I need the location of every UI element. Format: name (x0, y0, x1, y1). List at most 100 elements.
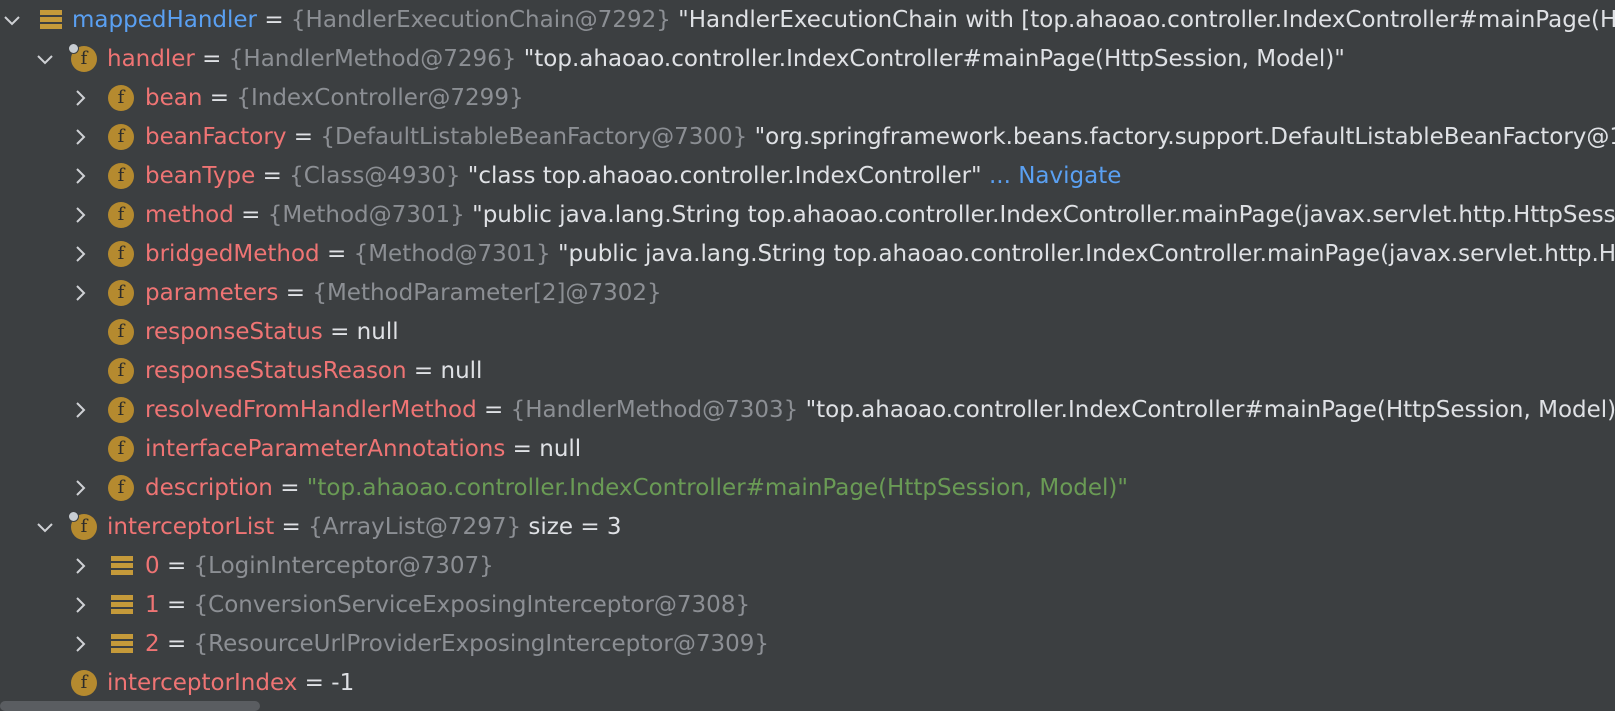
row-text: beanType = {Class@4930} "class top.ahaoa… (145, 156, 1121, 196)
equals-sign: = (293, 124, 314, 150)
variable-name: responseStatusReason (145, 358, 407, 384)
chevron-right-icon[interactable] (68, 554, 92, 578)
equals-sign: = (512, 436, 532, 462)
variable-value: null (356, 319, 399, 345)
equals-sign: = (202, 46, 222, 72)
chevron-right-icon[interactable] (68, 125, 92, 149)
equals-sign: = (166, 592, 187, 618)
chevron-right-icon[interactable] (68, 593, 92, 617)
variable-name: mappedHandler (72, 7, 258, 33)
variable-name: bridgedMethod (145, 241, 320, 267)
variable-name: 0 (145, 553, 160, 579)
chevron-down-icon[interactable] (33, 515, 57, 539)
list-icon (111, 634, 133, 654)
equals-sign: = (326, 241, 347, 267)
variable-name: beanFactory (145, 124, 287, 150)
variable-name: handler (107, 46, 195, 72)
variable-name: interceptorIndex (107, 670, 298, 696)
object-reference: {HandlerMethod@7303} (510, 397, 799, 423)
row-text: interfaceParameterAnnotations = null (145, 429, 581, 469)
chevron-right-icon[interactable] (68, 281, 92, 305)
equals-sign: = (285, 280, 306, 306)
chevron-right-icon[interactable] (68, 164, 92, 188)
navigate-link[interactable]: ... Navigate (989, 163, 1121, 189)
equals-sign: = (264, 7, 284, 33)
row-text: interceptorIndex = -1 (107, 663, 354, 703)
field-icon: f (108, 475, 134, 501)
variable-value: "org.springframework.beans.factory.suppo… (754, 124, 1615, 150)
row-text: description = "top.ahaoao.controller.Ind… (145, 468, 1128, 508)
chevron-right-icon[interactable] (68, 476, 92, 500)
row-text: handler = {HandlerMethod@7296} "top.ahao… (107, 39, 1345, 79)
object-reference: {ConversionServiceExposingInterceptor@73… (193, 592, 751, 618)
equals-sign: = (166, 553, 187, 579)
object-reference: {Class@4930} (289, 163, 461, 189)
variable-name: resolvedFromHandlerMethod (145, 397, 477, 423)
chevron-right-icon[interactable] (68, 203, 92, 227)
field-icon: f (108, 85, 134, 111)
object-reference: {Method@7301} (353, 241, 551, 267)
field-icon: f (108, 202, 134, 228)
row-text: bean = {IndexController@7299} (145, 78, 524, 118)
variable-value: "top.ahaoao.controller.IndexController#m… (805, 397, 1615, 423)
equals-sign: = (209, 85, 230, 111)
row-text: method = {Method@7301} "public java.lang… (145, 195, 1615, 235)
object-reference: {ResourceUrlProviderExposingInterceptor@… (193, 631, 769, 657)
row-text: resolvedFromHandlerMethod = {HandlerMeth… (145, 390, 1615, 430)
row-text: interceptorList = {ArrayList@7297} size … (107, 507, 622, 547)
row-text: beanFactory = {DefaultListableBeanFactor… (145, 117, 1615, 157)
variable-name: 2 (145, 631, 160, 657)
object-reference: {DefaultListableBeanFactory@7300} (320, 124, 748, 150)
field-icon: f (108, 124, 134, 150)
field-icon: f (108, 358, 134, 384)
field-icon: f (108, 241, 134, 267)
chevron-right-icon[interactable] (68, 86, 92, 110)
chevron-right-icon[interactable] (68, 242, 92, 266)
chevron-down-icon[interactable] (33, 47, 57, 71)
equals-sign: = (304, 670, 324, 696)
variable-name: method (145, 202, 234, 228)
chevron-right-icon[interactable] (68, 398, 92, 422)
chevron-down-icon[interactable] (0, 8, 24, 32)
variable-value: "class top.ahaoao.controller.IndexContro… (467, 163, 982, 189)
row-text: responseStatus = null (145, 312, 399, 352)
row-text: bridgedMethod = {Method@7301} "public ja… (145, 234, 1615, 274)
object-reference: {MethodParameter[2]@7302} (312, 280, 662, 306)
variable-name: interfaceParameterAnnotations (145, 436, 506, 462)
variable-value: -1 (331, 670, 355, 696)
equals-sign: = (413, 358, 434, 384)
horizontal-scrollbar[interactable] (0, 701, 260, 711)
lock-icon (68, 511, 79, 522)
variable-name: beanType (145, 163, 256, 189)
variable-value: "public java.lang.String top.ahaoao.cont… (557, 241, 1615, 267)
field-icon: f (108, 397, 134, 423)
variable-name: description (145, 475, 273, 501)
field-icon: f (71, 670, 97, 696)
list-icon (111, 556, 133, 576)
field-icon: f (68, 43, 97, 72)
row-text: 1 = {ConversionServiceExposingIntercepto… (145, 585, 750, 625)
variable-value: size = 3 (528, 514, 622, 540)
object-reference: {ArrayList@7297} (308, 514, 522, 540)
list-icon (40, 10, 62, 30)
field-icon: f (108, 436, 134, 462)
object-reference: {Method@7301} (267, 202, 465, 228)
variable-value: null (539, 436, 582, 462)
variable-name: responseStatus (145, 319, 323, 345)
chevron-right-icon[interactable] (68, 632, 92, 656)
object-reference: {IndexController@7299} (236, 85, 524, 111)
field-icon: f (108, 319, 134, 345)
variable-name: parameters (145, 280, 279, 306)
variable-value: "HandlerExecutionChain with [top.ahaoao.… (678, 7, 1615, 33)
field-icon: f (108, 280, 134, 306)
row-text: responseStatusReason = null (145, 351, 482, 391)
object-reference: {HandlerMethod@7296} (228, 46, 517, 72)
equals-sign: = (330, 319, 350, 345)
variable-value: null (440, 358, 483, 384)
row-text: 2 = {ResourceUrlProviderExposingIntercep… (145, 624, 769, 664)
row-text: parameters = {MethodParameter[2]@7302} (145, 273, 662, 313)
field-icon: f (68, 511, 97, 540)
field-icon: f (108, 163, 134, 189)
debugger-variables-tree: mappedHandler = {HandlerExecutionChain@7… (0, 0, 1615, 711)
row-text: mappedHandler = {HandlerExecutionChain@7… (72, 0, 1615, 40)
